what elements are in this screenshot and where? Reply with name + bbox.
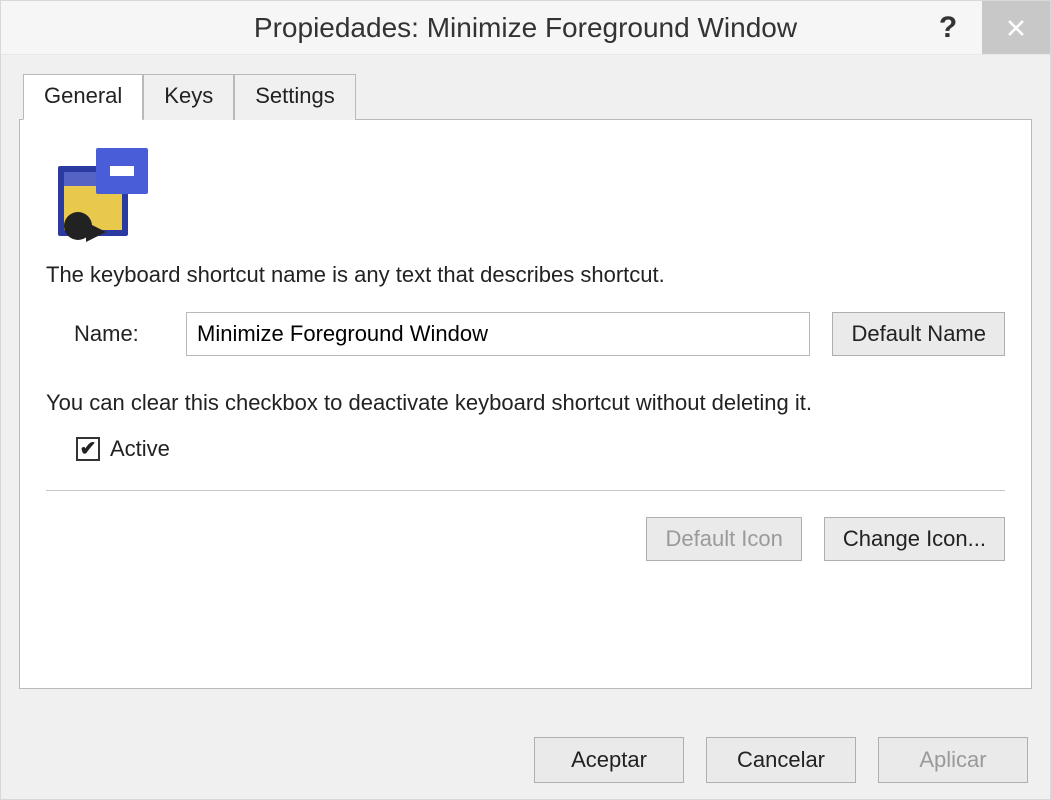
- change-icon-button[interactable]: Change Icon...: [824, 517, 1005, 561]
- close-icon: [1007, 19, 1025, 37]
- icon-buttons-row: Default Icon Change Icon...: [46, 517, 1005, 561]
- titlebar: Propiedades: Minimize Foreground Window …: [1, 1, 1050, 55]
- titlebar-buttons: ?: [914, 1, 1050, 54]
- apply-button: Aplicar: [878, 737, 1028, 783]
- default-name-button[interactable]: Default Name: [832, 312, 1005, 356]
- content-area: General Keys Settings The key: [1, 55, 1050, 699]
- active-label: Active: [110, 436, 170, 462]
- accept-button[interactable]: Aceptar: [534, 737, 684, 783]
- tabpanel-general: The keyboard shortcut name is any text t…: [19, 119, 1032, 689]
- close-button[interactable]: [982, 1, 1050, 54]
- tabs: General Keys Settings The key: [19, 73, 1032, 689]
- window-title: Propiedades: Minimize Foreground Window: [1, 12, 1050, 44]
- name-row: Name: Default Name: [46, 312, 1005, 356]
- tab-keys[interactable]: Keys: [143, 74, 234, 120]
- default-icon-button: Default Icon: [646, 517, 801, 561]
- window-minimize-icon: [52, 144, 162, 244]
- dialog-footer: Aceptar Cancelar Aplicar: [534, 737, 1028, 783]
- tabstrip: General Keys Settings: [23, 73, 1032, 119]
- properties-window: Propiedades: Minimize Foreground Window …: [0, 0, 1051, 800]
- tab-general[interactable]: General: [23, 74, 143, 120]
- shortcut-icon: [46, 144, 1005, 250]
- tab-settings[interactable]: Settings: [234, 74, 356, 120]
- deactivate-note: You can clear this checkbox to deactivat…: [46, 390, 1005, 416]
- active-checkbox[interactable]: ✔: [76, 437, 100, 461]
- help-button[interactable]: ?: [914, 1, 982, 54]
- active-row: ✔ Active: [46, 436, 1005, 462]
- description-text: The keyboard shortcut name is any text t…: [46, 262, 1005, 288]
- name-input[interactable]: [186, 312, 810, 356]
- name-label: Name:: [74, 321, 164, 347]
- separator: [46, 490, 1005, 491]
- cancel-button[interactable]: Cancelar: [706, 737, 856, 783]
